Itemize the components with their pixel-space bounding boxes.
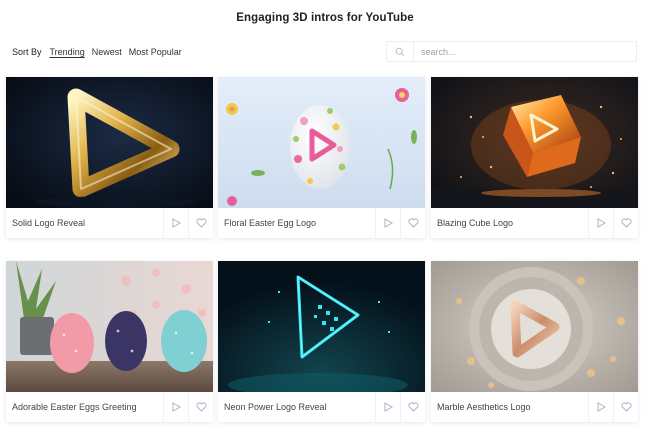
play-icon	[597, 402, 606, 412]
play-button[interactable]	[163, 392, 188, 422]
favorite-button[interactable]	[613, 208, 638, 238]
card-thumbnail[interactable]	[431, 77, 638, 208]
play-icon	[172, 402, 181, 412]
favorite-button[interactable]	[188, 208, 213, 238]
heart-icon	[620, 402, 632, 412]
heart-icon	[620, 218, 632, 228]
card-floral-easter-egg-logo[interactable]: Floral Easter Egg Logo	[218, 77, 425, 238]
page-title: Engaging 3D intros for YouTube	[236, 12, 414, 24]
sort-by-label: Sort By	[12, 47, 42, 57]
heart-icon	[195, 402, 207, 412]
card-neon-power-logo-reveal[interactable]: Neon Power Logo Reveal	[218, 261, 425, 422]
card-adorable-easter-eggs-greeting[interactable]: Adorable Easter Eggs Greeting	[6, 261, 213, 422]
play-button[interactable]	[588, 392, 613, 422]
sort-option-most-popular[interactable]: Most Popular	[129, 47, 182, 57]
play-icon	[597, 218, 606, 228]
play-icon	[172, 218, 181, 228]
heart-icon	[195, 218, 207, 228]
card-title: Adorable Easter Eggs Greeting	[12, 402, 137, 412]
search-icon[interactable]	[387, 42, 414, 61]
card-title: Marble Aesthetics Logo	[437, 402, 531, 412]
card-solid-logo-reveal[interactable]: Solid Logo Reveal	[6, 77, 213, 238]
play-button[interactable]	[375, 208, 400, 238]
card-thumbnail[interactable]	[6, 77, 213, 208]
sort-option-trending[interactable]: Trending	[50, 47, 85, 57]
favorite-button[interactable]	[400, 392, 425, 422]
heart-icon	[407, 218, 419, 228]
favorite-button[interactable]	[613, 392, 638, 422]
card-title: Floral Easter Egg Logo	[224, 218, 317, 228]
play-icon	[384, 402, 393, 412]
play-button[interactable]	[588, 208, 613, 238]
sort-bar: Sort By Trending Newest Most Popular	[12, 47, 189, 57]
play-button[interactable]	[375, 392, 400, 422]
favorite-button[interactable]	[400, 208, 425, 238]
card-title: Blazing Cube Logo	[437, 218, 514, 228]
play-button[interactable]	[163, 208, 188, 238]
search-box	[386, 41, 637, 62]
card-thumbnail[interactable]	[218, 77, 425, 208]
heart-icon	[407, 402, 419, 412]
card-blazing-cube-logo[interactable]: Blazing Cube Logo	[431, 77, 638, 238]
card-thumbnail[interactable]	[218, 261, 425, 392]
card-thumbnail[interactable]	[431, 261, 638, 392]
favorite-button[interactable]	[188, 392, 213, 422]
search-input[interactable]	[414, 42, 636, 61]
sort-option-newest[interactable]: Newest	[92, 47, 122, 57]
card-marble-aesthetics-logo[interactable]: Marble Aesthetics Logo	[431, 261, 638, 422]
card-title: Solid Logo Reveal	[12, 218, 86, 228]
play-icon	[384, 218, 393, 228]
card-title: Neon Power Logo Reveal	[224, 402, 327, 412]
card-thumbnail[interactable]	[6, 261, 213, 392]
